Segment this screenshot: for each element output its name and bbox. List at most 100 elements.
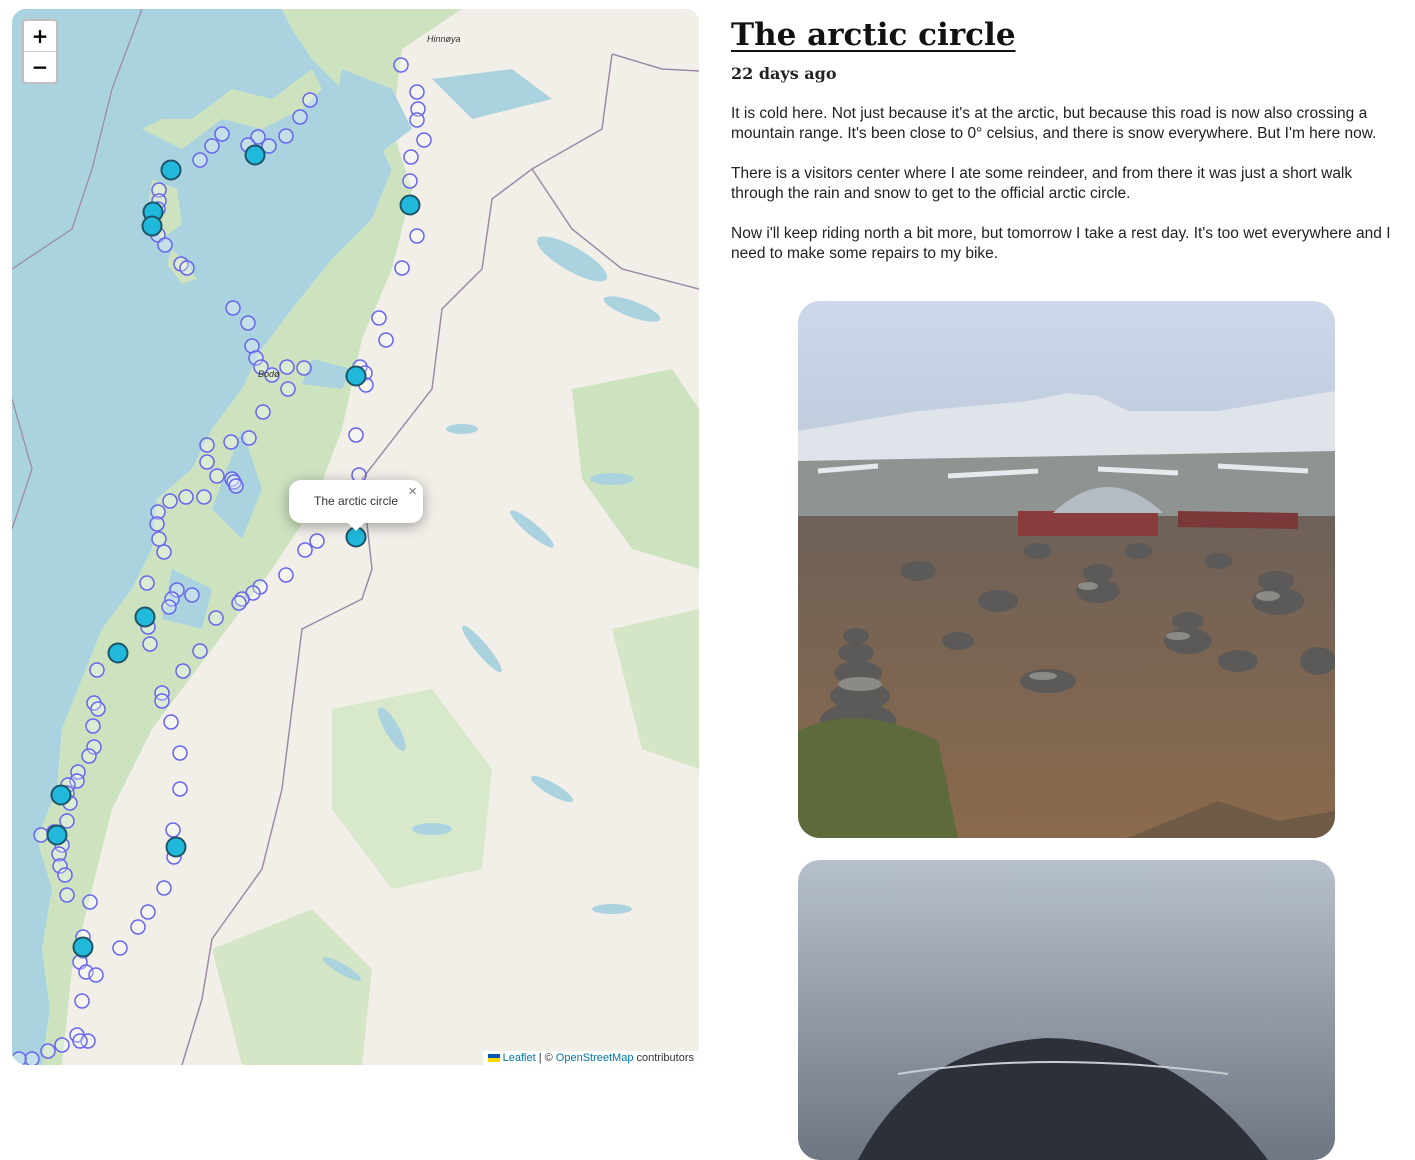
leaflet-link[interactable]: Leaflet xyxy=(503,1052,536,1064)
route-point-marker[interactable] xyxy=(279,359,295,375)
route-point-marker[interactable] xyxy=(214,126,230,142)
route-point-marker[interactable] xyxy=(409,84,425,100)
map-label-bodo: Bodø xyxy=(258,369,280,379)
post-location-marker[interactable] xyxy=(165,836,187,858)
route-point-marker[interactable] xyxy=(378,332,394,348)
route-point-marker[interactable] xyxy=(225,300,241,316)
popup-close-button[interactable]: × xyxy=(408,483,417,500)
post-location-marker[interactable] xyxy=(134,606,156,628)
route-point-marker[interactable] xyxy=(179,260,195,276)
route-point-marker[interactable] xyxy=(292,109,308,125)
route-point-marker[interactable] xyxy=(228,478,244,494)
route-point-marker[interactable] xyxy=(240,315,256,331)
route-point-marker[interactable] xyxy=(157,237,173,253)
post-photo-cairns[interactable] xyxy=(798,301,1335,838)
cairns-photo-image xyxy=(798,301,1335,838)
route-point-marker[interactable] xyxy=(85,718,101,734)
route-point-marker[interactable] xyxy=(89,662,105,678)
route-point-marker[interactable] xyxy=(57,867,73,883)
route-point-marker[interactable] xyxy=(199,454,215,470)
route-point-marker[interactable] xyxy=(40,1043,56,1059)
route-point-marker[interactable] xyxy=(231,595,247,611)
route-point-marker[interactable] xyxy=(178,489,194,505)
route-point-marker[interactable] xyxy=(309,533,325,549)
route-point-marker[interactable] xyxy=(165,822,181,838)
route-point-marker[interactable] xyxy=(204,138,220,154)
route-point-marker[interactable] xyxy=(192,152,208,168)
route-point-marker[interactable] xyxy=(172,745,188,761)
route-point-marker[interactable] xyxy=(149,516,165,532)
route-point-marker[interactable] xyxy=(416,132,432,148)
route-point-marker[interactable] xyxy=(348,427,364,443)
route-point-marker[interactable] xyxy=(297,542,313,558)
route-point-marker[interactable] xyxy=(255,404,271,420)
route-point-marker[interactable] xyxy=(394,260,410,276)
route-point-marker[interactable] xyxy=(151,531,167,547)
route-point-marker[interactable] xyxy=(130,919,146,935)
route-point-marker[interactable] xyxy=(192,643,208,659)
route-point-marker[interactable] xyxy=(296,360,312,376)
route-map[interactable]: Hinnøya Bodø + − The arctic circle × Lea… xyxy=(12,9,699,1065)
route-point-marker[interactable] xyxy=(156,880,172,896)
route-point-marker[interactable] xyxy=(409,228,425,244)
post-location-marker[interactable] xyxy=(50,784,72,806)
map-popup: The arctic circle × xyxy=(289,480,423,531)
post-location-marker[interactable] xyxy=(160,159,182,181)
zoom-out-button[interactable]: − xyxy=(24,51,56,82)
route-point-marker[interactable] xyxy=(90,701,106,717)
route-point-marker[interactable] xyxy=(209,468,225,484)
route-point-marker[interactable] xyxy=(162,493,178,509)
route-point-marker[interactable] xyxy=(402,173,418,189)
post-location-marker[interactable] xyxy=(72,936,94,958)
post-title[interactable]: The arctic circle xyxy=(731,14,1406,56)
route-point-marker[interactable] xyxy=(74,993,90,1009)
route-point-marker[interactable] xyxy=(24,1051,40,1065)
route-point-marker[interactable] xyxy=(161,599,177,615)
route-point-marker[interactable] xyxy=(139,575,155,591)
route-point-marker[interactable] xyxy=(81,748,97,764)
route-point-marker[interactable] xyxy=(163,714,179,730)
post-paragraph-1: It is cold here. Not just because it's a… xyxy=(731,105,1377,142)
route-point-marker[interactable] xyxy=(59,887,75,903)
route-point-marker[interactable] xyxy=(196,489,212,505)
map-tiles[interactable] xyxy=(12,9,699,1065)
post-location-marker[interactable] xyxy=(399,194,421,216)
post-location-marker[interactable] xyxy=(345,365,367,387)
route-point-marker[interactable] xyxy=(140,904,156,920)
route-point-marker[interactable] xyxy=(172,781,188,797)
route-point-marker[interactable] xyxy=(33,827,49,843)
route-point-marker[interactable] xyxy=(223,434,239,450)
post-content: The arctic circle 22 days ago It is cold… xyxy=(731,14,1406,1160)
route-point-marker[interactable] xyxy=(302,92,318,108)
route-point-marker[interactable] xyxy=(175,663,191,679)
post-location-marker[interactable] xyxy=(107,642,129,664)
route-point-marker[interactable] xyxy=(88,967,104,983)
route-point-marker[interactable] xyxy=(278,567,294,583)
route-point-marker[interactable] xyxy=(241,430,257,446)
route-point-marker[interactable] xyxy=(54,1037,70,1053)
route-point-marker[interactable] xyxy=(156,544,172,560)
route-point-marker[interactable] xyxy=(393,57,409,73)
route-point-marker[interactable] xyxy=(409,112,425,128)
zoom-in-button[interactable]: + xyxy=(24,21,56,51)
ukraine-flag-icon xyxy=(487,1054,500,1062)
route-point-marker[interactable] xyxy=(278,128,294,144)
post-location-marker[interactable] xyxy=(244,144,266,166)
openstreetmap-link[interactable]: OpenStreetMap xyxy=(556,1052,634,1064)
route-point-marker[interactable] xyxy=(154,693,170,709)
route-point-marker[interactable] xyxy=(280,381,296,397)
post-paragraph-2: There is a visitors center where I ate s… xyxy=(731,165,1353,202)
route-point-marker[interactable] xyxy=(142,636,158,652)
route-point-marker[interactable] xyxy=(208,610,224,626)
route-point-marker[interactable] xyxy=(82,894,98,910)
route-point-marker[interactable] xyxy=(371,310,387,326)
route-point-marker[interactable] xyxy=(112,940,128,956)
post-location-marker[interactable] xyxy=(141,215,163,237)
post-location-marker[interactable] xyxy=(46,824,68,846)
post-photo-sign[interactable] xyxy=(798,860,1335,1160)
route-point-marker[interactable] xyxy=(72,1033,88,1049)
route-point-marker[interactable] xyxy=(184,587,200,603)
route-point-marker[interactable] xyxy=(12,1051,27,1065)
route-point-marker[interactable] xyxy=(403,149,419,165)
route-point-marker[interactable] xyxy=(199,437,215,453)
